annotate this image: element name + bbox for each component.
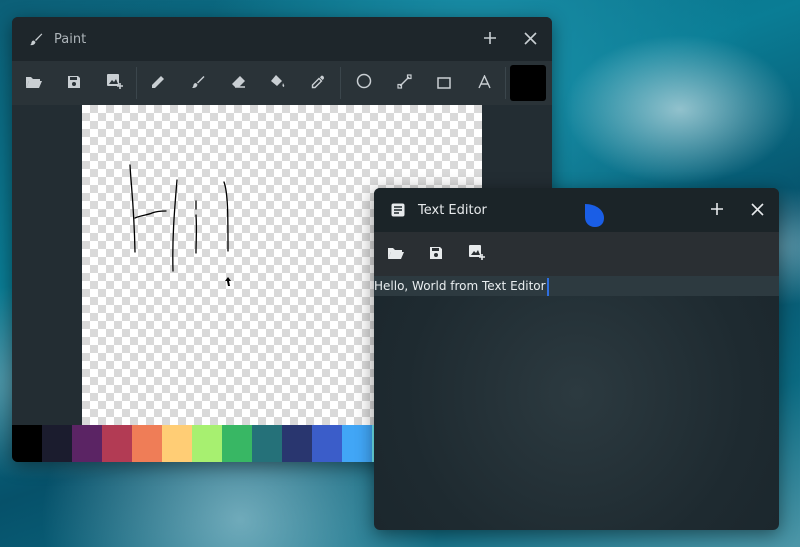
line-icon [396, 73, 412, 93]
pencil-icon [151, 74, 165, 93]
document-icon [390, 202, 406, 218]
toolbar-divider [505, 67, 506, 99]
palette-color-1[interactable] [12, 425, 42, 462]
fill-bucket-icon [270, 74, 286, 93]
editor-text: Hello, World from Text Editor [374, 279, 546, 293]
brush-tool[interactable] [188, 73, 208, 93]
folder-open-icon [25, 74, 43, 93]
close-icon [523, 29, 537, 50]
line-tool[interactable] [394, 73, 414, 93]
image-button[interactable] [466, 244, 486, 264]
close-button[interactable] [520, 29, 540, 49]
new-window-button[interactable] [480, 29, 500, 49]
palette-color-6[interactable] [162, 425, 192, 462]
plus-icon [710, 200, 724, 221]
save-icon [67, 74, 81, 93]
eraser-icon [231, 74, 246, 93]
eraser-tool[interactable] [228, 73, 248, 93]
rectangle-tool[interactable] [434, 73, 454, 93]
cursor-icon [225, 277, 231, 286]
toolbar-divider [136, 67, 137, 99]
save-button[interactable] [426, 244, 446, 264]
rectangle-icon [437, 74, 451, 93]
paint-toolbar [12, 61, 552, 106]
eyedropper-icon [311, 74, 325, 93]
image-add-icon [106, 73, 123, 93]
brush-icon [28, 31, 44, 47]
editor-toolbar [374, 232, 779, 276]
palette-color-5[interactable] [132, 425, 162, 462]
palette-color-11[interactable] [312, 425, 342, 462]
palette-color-8[interactable] [222, 425, 252, 462]
palette-color-2[interactable] [42, 425, 72, 462]
brush-icon [191, 74, 205, 93]
palette-color-4[interactable] [102, 425, 132, 462]
plus-icon [483, 29, 497, 50]
color-picker-tool[interactable] [308, 73, 328, 93]
drop-icon [582, 202, 608, 232]
palette-color-7[interactable] [192, 425, 222, 462]
palette-color-10[interactable] [282, 425, 312, 462]
folder-open-icon [387, 245, 405, 264]
window-title: Text Editor [418, 202, 487, 218]
palette-color-3[interactable] [72, 425, 102, 462]
text-icon [477, 73, 491, 93]
new-window-button[interactable] [707, 200, 727, 220]
text-tool[interactable] [474, 73, 494, 93]
pencil-tool[interactable] [148, 73, 168, 93]
open-button[interactable] [24, 73, 44, 93]
circle-icon [356, 73, 372, 93]
text-editor-window: Text Editor Hello, World from Text Edito… [374, 188, 779, 530]
close-icon [750, 200, 764, 221]
palette-color-12[interactable] [342, 425, 372, 462]
current-color-swatch[interactable] [510, 65, 546, 101]
image-add-icon [468, 244, 485, 264]
palette-color-9[interactable] [252, 425, 282, 462]
text-caret [546, 277, 549, 296]
open-button[interactable] [386, 244, 406, 264]
paint-titlebar[interactable]: Paint [12, 17, 552, 61]
fill-tool[interactable] [268, 73, 288, 93]
toolbar-divider [340, 67, 341, 99]
text-input-line[interactable]: Hello, World from Text Editor [374, 276, 779, 296]
save-icon [429, 245, 443, 264]
editor-titlebar[interactable]: Text Editor [374, 188, 779, 232]
ellipse-tool[interactable] [354, 73, 374, 93]
window-title: Paint [54, 31, 87, 47]
save-button[interactable] [64, 73, 84, 93]
close-button[interactable] [747, 200, 767, 220]
new-image-button[interactable] [104, 73, 124, 93]
